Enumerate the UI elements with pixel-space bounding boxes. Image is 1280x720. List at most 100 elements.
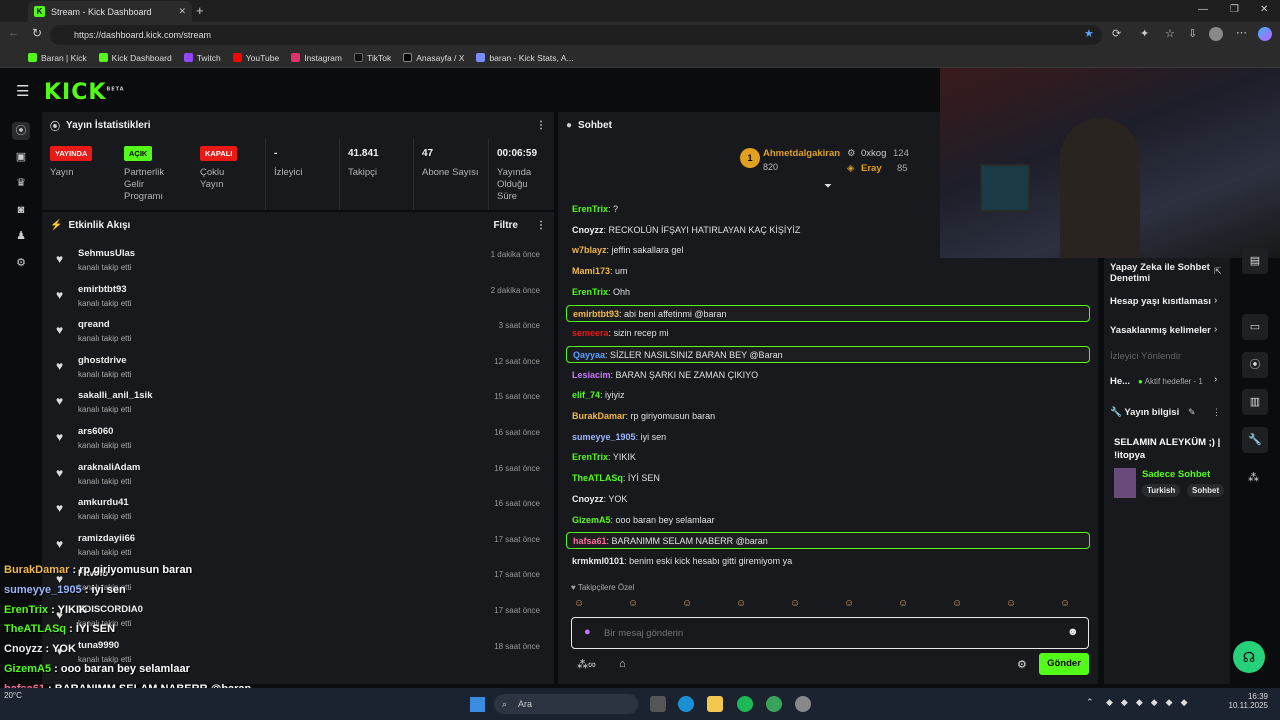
extension-puzzle-icon[interactable]: ✦	[1140, 27, 1149, 40]
chat-username[interactable]: elif_74	[572, 390, 600, 400]
rail-apps-icon[interactable]: ⁂	[1248, 471, 1259, 484]
spotify-icon[interactable]	[737, 696, 753, 712]
activity-item[interactable]: ♥ SehmusUlas kanalı takip etti 1 dakika önc…	[46, 242, 550, 278]
chat-username[interactable]: Cnoyzz	[572, 494, 604, 504]
chat-message[interactable]: GizemA5: ooo baran bey selamlaar	[566, 512, 715, 529]
supporter-three-name[interactable]: Eray	[861, 163, 882, 174]
stream-broadcast-icon[interactable]: ⦿	[12, 122, 30, 140]
activity-more-icon[interactable]: ⋮	[536, 220, 546, 231]
chat-username[interactable]: w7blayz	[572, 245, 607, 255]
chat-input-box[interactable]: ● ☻	[571, 617, 1089, 649]
chat-tools-icon[interactable]: ⁂∞	[577, 658, 596, 671]
app-icon[interactable]	[766, 696, 782, 712]
chat-username[interactable]: GizemA5	[572, 515, 611, 525]
hamburger-menu-icon[interactable]: ☰	[16, 82, 29, 100]
viewer-redirect-item[interactable]: İzleyici Yönlendir	[1110, 351, 1181, 362]
trophy-icon[interactable]: ♛	[12, 174, 30, 192]
restore-icon[interactable]: ❐	[1230, 4, 1239, 15]
activity-item[interactable]: ♥ qreand kanalı takip etti 3 saat önce	[46, 313, 550, 349]
chat-username[interactable]: semeera	[572, 328, 609, 338]
emote-icon[interactable]: ☺	[898, 598, 908, 609]
chat-message[interactable]: Lesiacim: BARAN ŞARKI NE ZAMAN ÇIKIYO	[566, 367, 758, 384]
close-window-icon[interactable]: ✕	[1260, 4, 1268, 15]
chat-message[interactable]: TheATLASq: İYİ SEN	[566, 470, 660, 487]
edit-pencil-icon[interactable]: ✎	[1188, 407, 1196, 418]
support-headset-icon[interactable]: ☊	[1233, 641, 1265, 673]
users-icon[interactable]: ♟	[12, 227, 30, 245]
extensions-icon[interactable]: ⟳	[1112, 27, 1121, 40]
emote-icon[interactable]: ☺	[1006, 598, 1016, 609]
activity-item[interactable]: ♥ sakalli_anil_1sik kanalı takip etti 15 sa…	[46, 384, 550, 420]
activity-item[interactable]: ♥ araknaliAdam kanalı takip etti 16 saat ön…	[46, 456, 550, 492]
settings-gear-icon[interactable]: ⚙	[12, 254, 30, 272]
back-icon[interactable]: ←	[8, 27, 19, 39]
chat-message[interactable]: semeera: sizin recep mi	[566, 325, 669, 342]
clock[interactable]: 16:39 10.11.2025	[1220, 692, 1268, 710]
edge-icon[interactable]	[678, 696, 694, 712]
activity-item[interactable]: ♥ ghostdrive kanalı takip etti 12 saat önce	[46, 349, 550, 385]
minimize-icon[interactable]: —	[1198, 4, 1208, 15]
chat-username[interactable]: Lesiacim	[572, 370, 611, 380]
task-view-icon[interactable]	[650, 696, 666, 712]
chat-username[interactable]: ErenTrix	[572, 204, 608, 214]
emote-icon[interactable]: ☺	[628, 598, 638, 609]
bookmark-youtube[interactable]: YouTube	[232, 53, 279, 63]
tray-overflow-icon[interactable]: ⌃	[1086, 697, 1094, 708]
more-menu-icon[interactable]: ⋯	[1236, 26, 1247, 39]
goals-item[interactable]: He...	[1110, 376, 1130, 387]
chat-message[interactable]: ErenTrix: ?	[566, 201, 618, 218]
chat-username[interactable]: TheATLASq	[572, 473, 623, 483]
chat-message[interactable]: Qayyaa: SİZLER NASILSINIZ BARAN BEY @Bar…	[566, 345, 1090, 363]
chat-username[interactable]: Cnoyzz	[572, 225, 604, 235]
favorites-icon[interactable]: ☆	[1165, 27, 1175, 40]
bookmark-x[interactable]: Anasayfa / X	[403, 53, 464, 63]
obs-icon[interactable]	[795, 696, 811, 712]
emote-icon[interactable]: ☺	[736, 598, 746, 609]
file-explorer-icon[interactable]	[707, 696, 723, 712]
chat-username[interactable]: emirbtbt93	[573, 309, 619, 319]
external-link-icon[interactable]: ⇱	[1214, 266, 1222, 277]
chat-username[interactable]: krmkml0101	[572, 556, 624, 566]
send-button[interactable]: Gönder	[1039, 653, 1089, 675]
activity-item[interactable]: ♥ amkurdu41 kanalı takip etti 16 saat önce	[46, 491, 550, 527]
rail-wrench-icon[interactable]: 🔧	[1242, 427, 1268, 453]
bookmark-twitch[interactable]: Twitch	[183, 53, 221, 63]
reload-icon[interactable]: ↻	[32, 26, 42, 40]
tag-turkish[interactable]: Turkish	[1142, 484, 1181, 497]
activity-item[interactable]: ♥ XDISCORDIA0 kanalı takip etti 17 saat önc…	[46, 598, 550, 634]
emote-icon[interactable]: ☺	[574, 598, 584, 609]
emote-icon[interactable]: ☺	[952, 598, 962, 609]
rail-layout-icon[interactable]: ▥	[1242, 389, 1268, 415]
rail-chat-icon[interactable]: ▭	[1242, 314, 1268, 340]
library-icon[interactable]: ▣	[12, 148, 30, 166]
browser-tab[interactable]: K Stream - Kick Dashboard ✕	[28, 1, 192, 22]
chat-username[interactable]: ErenTrix	[572, 452, 608, 462]
emote-icon[interactable]: ☺	[1060, 598, 1070, 609]
banned-words-item[interactable]: Yasaklanmış kelimeler	[1110, 325, 1211, 336]
bookmark-kick-stats[interactable]: baran - Kick Stats, A...	[476, 53, 574, 63]
downloads-icon[interactable]: ⇩	[1188, 27, 1197, 40]
weather-widget[interactable]: 20°C	[4, 691, 22, 700]
filter-button[interactable]: Filtre	[494, 220, 518, 231]
chat-message[interactable]: Mami173: um	[566, 263, 628, 280]
bookmark-kick-dashboard[interactable]: Kick Dashboard	[98, 53, 172, 63]
emote-icon[interactable]: ☺	[682, 598, 692, 609]
chat-message[interactable]: ErenTrix: YIKIK	[566, 449, 636, 466]
taskbar-search[interactable]: ⌕ Ara	[494, 694, 638, 714]
favorite-star-icon[interactable]: ★	[1084, 27, 1094, 40]
camera-icon[interactable]: ◙	[12, 201, 30, 219]
chat-message[interactable]: BurakDamar: rp giriyomusun baran	[566, 408, 715, 425]
ai-moderation-item[interactable]: Yapay Zeka ile Sohbet Denetimi	[1110, 262, 1210, 284]
activity-item[interactable]: ♥ ramizdayii66 kanalı takip etti 17 saat ön…	[46, 527, 550, 563]
activity-item[interactable]: ♥ ars6060 kanalı takip etti 16 saat önce	[46, 420, 550, 456]
chat-username[interactable]: Qayyaa	[573, 350, 605, 360]
tag-sohbet[interactable]: Sohbet	[1187, 484, 1225, 497]
stats-more-icon[interactable]: ⋮	[536, 120, 546, 131]
chat-settings-icon[interactable]: ⚙	[1017, 658, 1027, 671]
category-link[interactable]: Sadece Sohbet	[1142, 469, 1210, 480]
chat-username[interactable]: hafsa61	[573, 536, 607, 546]
rail-notes-icon[interactable]: ▤	[1242, 248, 1268, 274]
chat-message[interactable]: w7blayz: jeffin sakallara gel	[566, 242, 683, 259]
emoji-icon[interactable]: ☻	[1067, 626, 1079, 638]
start-menu-icon[interactable]	[470, 697, 485, 712]
